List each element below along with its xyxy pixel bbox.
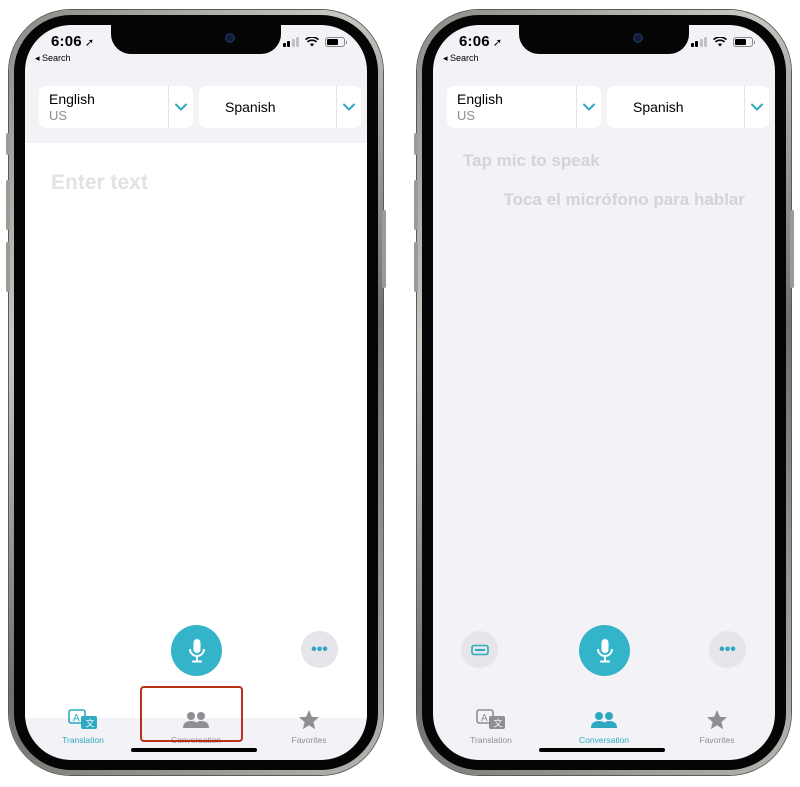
keyboard-icon <box>470 644 489 655</box>
home-indicator[interactable] <box>131 748 257 752</box>
enter-text-placeholder: Enter text <box>51 171 148 194</box>
back-to-search-link[interactable]: ◂ Search <box>35 53 71 64</box>
target-language-selector[interactable]: Spanish <box>607 86 769 128</box>
microphone-button[interactable] <box>171 625 222 676</box>
target-hint-text: Toca el micrófono para hablar <box>503 190 745 209</box>
keyboard-button[interactable] <box>461 631 498 668</box>
tab-translation-label: Translation <box>62 735 104 745</box>
source-language-name: English <box>49 91 95 107</box>
target-language-selector[interactable]: Spanish <box>199 86 361 128</box>
back-to-search-link[interactable]: ◂ Search <box>443 53 479 64</box>
microphone-icon <box>596 638 613 662</box>
tab-favorites-label: Favorites <box>291 735 327 745</box>
home-indicator[interactable] <box>539 748 665 752</box>
tab-favorites-label: Favorites <box>699 735 735 745</box>
microphone-button[interactable] <box>579 625 630 676</box>
tab-translation[interactable]: A 文 Translation <box>451 709 531 745</box>
source-language-name: English <box>457 91 503 107</box>
status-time: 6:06 ➚ <box>459 33 503 50</box>
cellular-signal-icon <box>282 37 299 47</box>
more-options-button[interactable]: ••• <box>709 631 746 668</box>
status-icons <box>690 37 755 47</box>
more-options-button[interactable]: ••• <box>301 631 338 668</box>
translate-icon: A 文 <box>43 709 123 731</box>
tab-translation[interactable]: A 文 Translation <box>43 709 123 745</box>
status-time: 6:06 ➚ <box>51 33 95 50</box>
source-language-region: US <box>49 108 68 123</box>
chevron-down-icon[interactable] <box>168 86 193 128</box>
tab-favorites[interactable]: Favorites <box>269 709 349 745</box>
tab-translation-label: Translation <box>470 735 512 745</box>
svg-text:A: A <box>481 713 488 724</box>
tab-favorites[interactable]: Favorites <box>677 709 757 745</box>
status-icons <box>282 37 347 47</box>
conversation-screen: 6:06 ➚ ◂ Search English US Spanish Tap m… <box>433 25 775 760</box>
translation-screen: 6:06 ➚ ◂ Search English US Spanish Enter… <box>25 25 367 760</box>
star-icon <box>677 709 757 731</box>
star-icon <box>269 709 349 731</box>
wifi-icon <box>713 37 727 47</box>
notch <box>111 25 281 54</box>
source-language-selector[interactable]: English US <box>39 86 193 128</box>
chevron-down-icon[interactable] <box>744 86 769 128</box>
svg-text:A: A <box>73 713 80 724</box>
language-picker: English US Spanish <box>447 86 769 128</box>
right-phone: 6:06 ➚ ◂ Search English US Spanish Tap m… <box>414 10 794 775</box>
translate-icon: A 文 <box>451 709 531 731</box>
svg-text:文: 文 <box>494 718 503 730</box>
battery-icon <box>325 37 347 47</box>
target-language-name: Spanish <box>225 99 276 115</box>
language-picker: English US Spanish <box>39 86 361 128</box>
svg-text:文: 文 <box>86 718 95 730</box>
tab-conversation[interactable]: Conversation <box>564 709 644 745</box>
source-language-selector[interactable]: English US <box>447 86 601 128</box>
source-language-region: US <box>457 108 476 123</box>
notch <box>519 25 689 54</box>
chevron-down-icon[interactable] <box>576 86 601 128</box>
tab-conversation-label: Conversation <box>578 735 630 745</box>
source-hint-text: Tap mic to speak <box>463 151 600 170</box>
microphone-icon <box>188 638 205 662</box>
battery-icon <box>733 37 755 47</box>
conversation-tab-highlight <box>140 686 243 742</box>
target-language-name: Spanish <box>633 99 684 115</box>
wifi-icon <box>305 37 319 47</box>
left-phone: 6:06 ➚ ◂ Search English US Spanish Enter… <box>6 10 386 775</box>
cellular-signal-icon <box>690 37 707 47</box>
people-icon <box>564 709 644 731</box>
chevron-down-icon[interactable] <box>336 86 361 128</box>
